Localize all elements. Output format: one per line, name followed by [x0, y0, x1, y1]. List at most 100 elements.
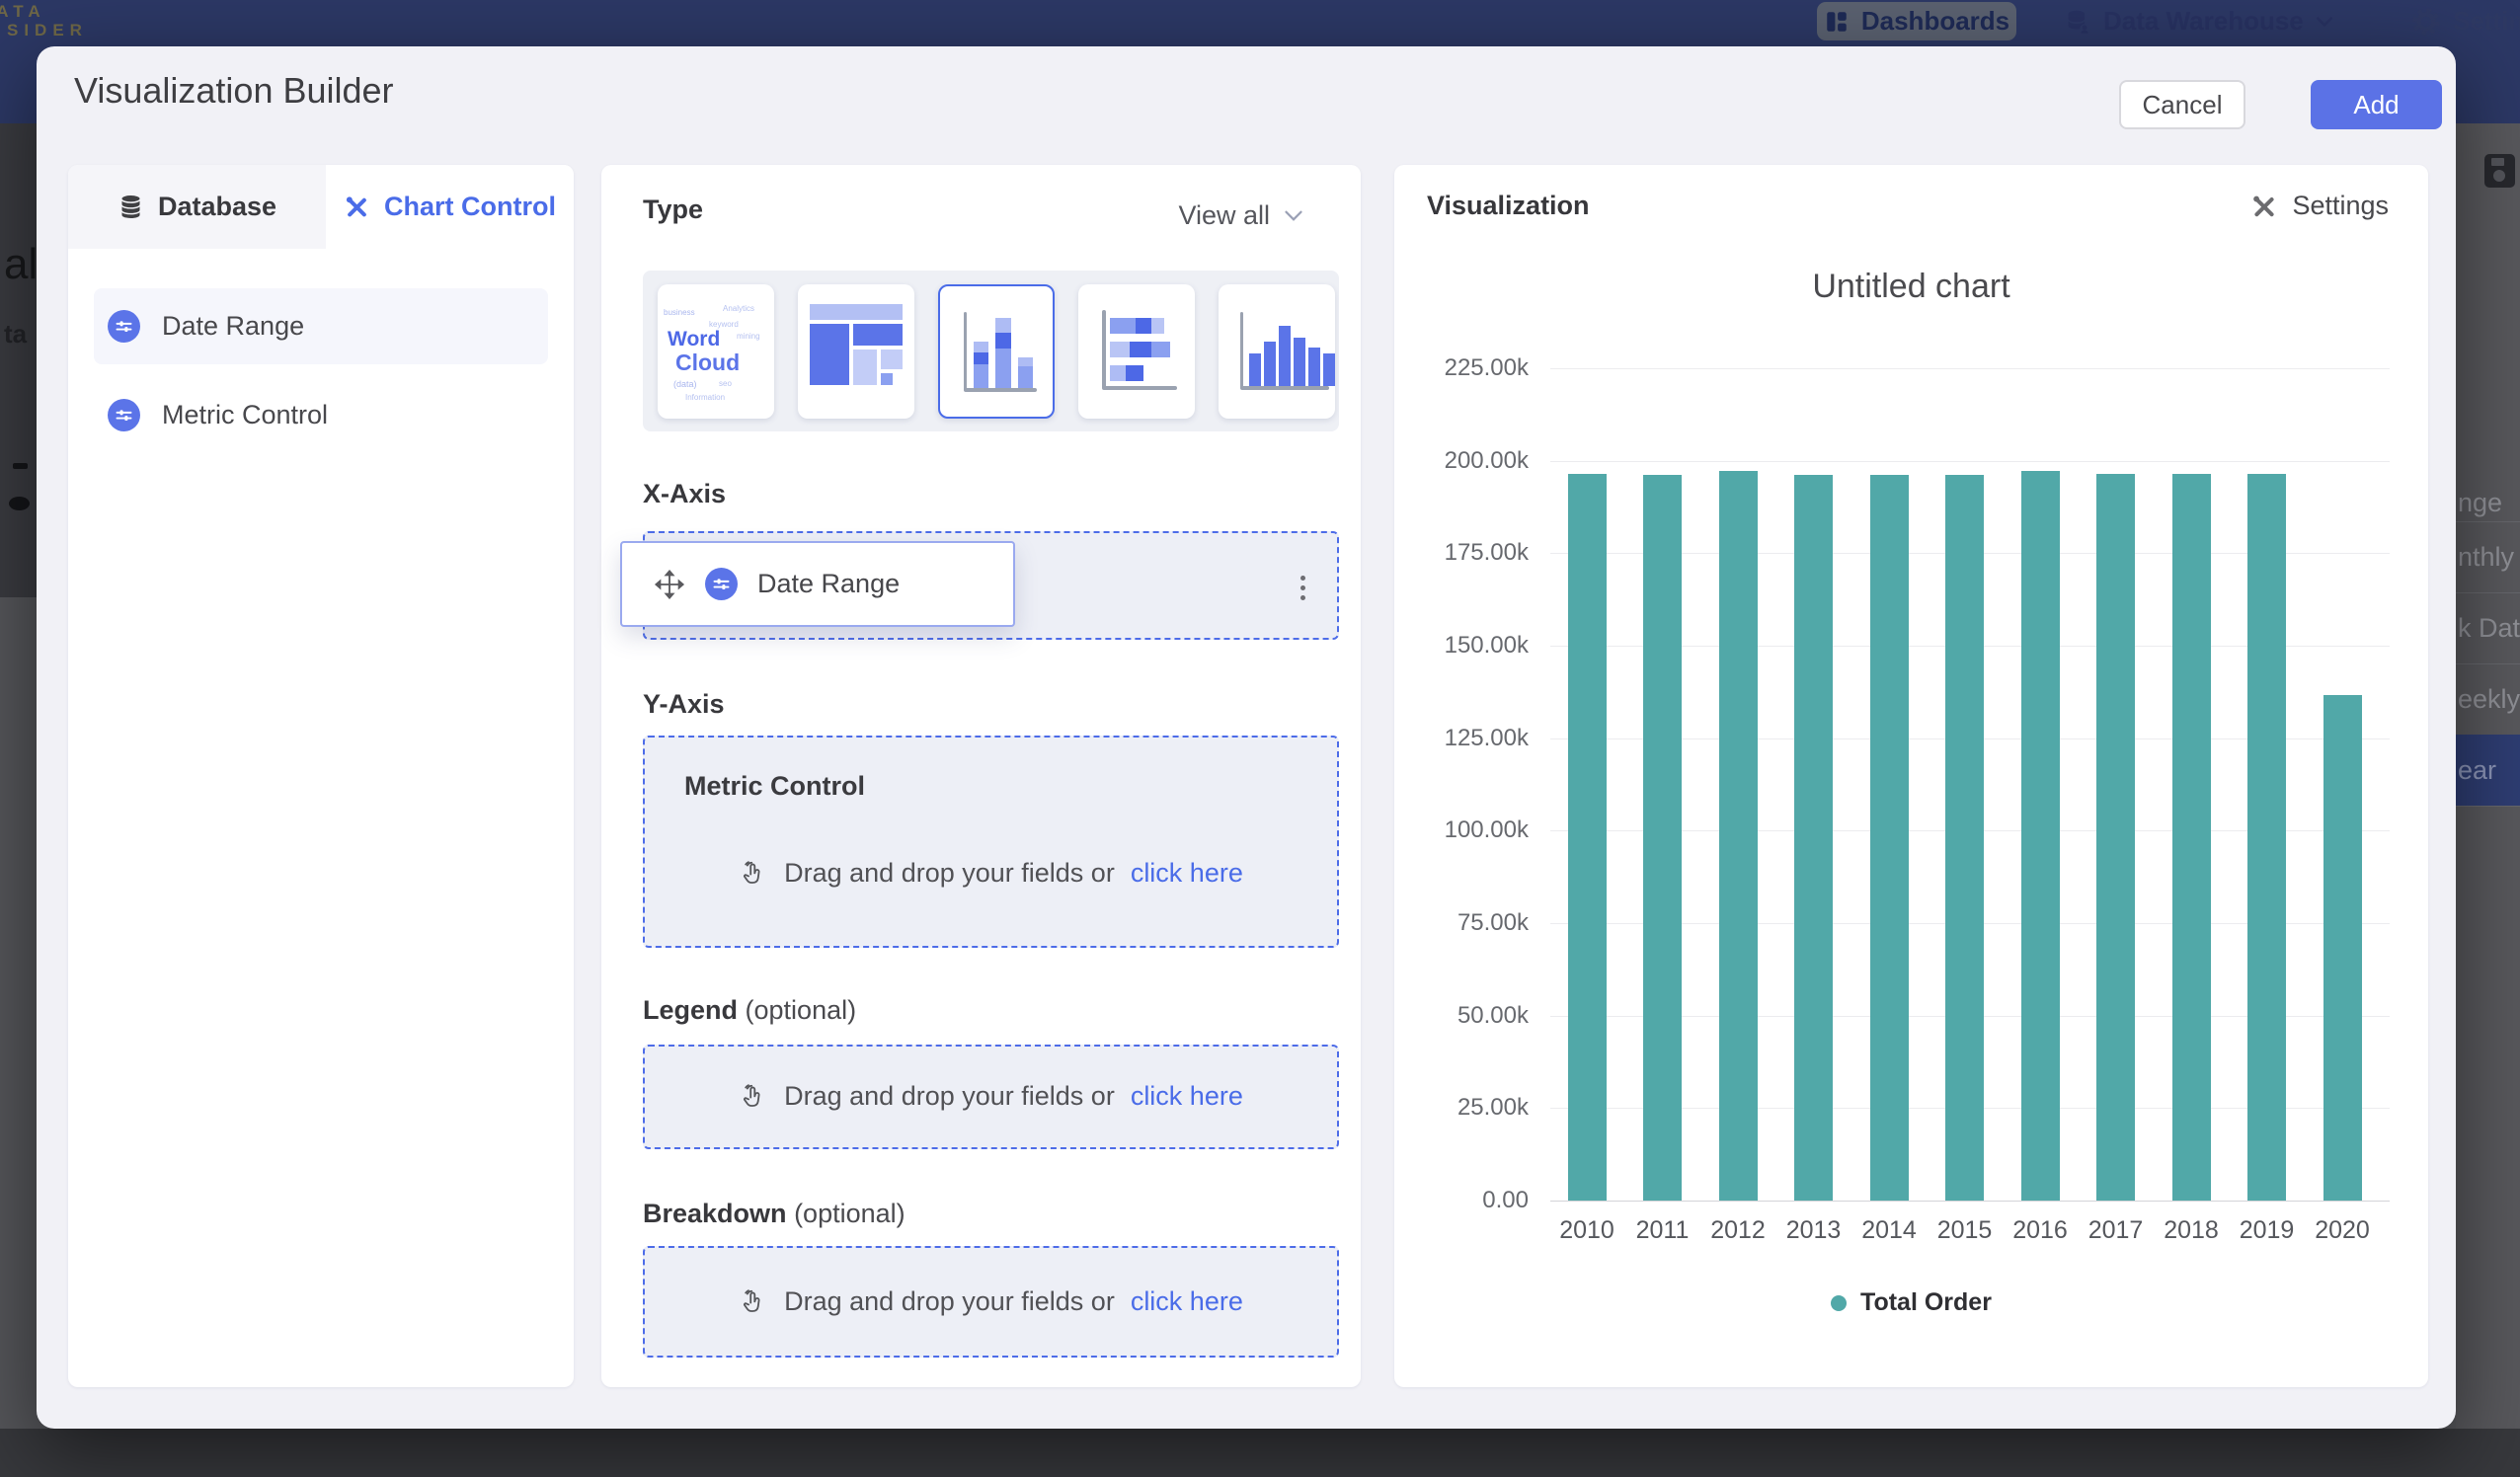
- breakdown-label-text: Breakdown: [643, 1199, 787, 1228]
- chart-type-word-cloud[interactable]: business Analytics keyword Word mining C…: [658, 284, 774, 419]
- dashboards-icon: [1824, 9, 1850, 35]
- data-warehouse-icon: [2064, 8, 2091, 36]
- chart-plot: 0.0025.00k50.00k75.00k100.00k125.00k150.…: [1394, 165, 2428, 1387]
- drop-text: Drag and drop your fields or: [784, 858, 1115, 889]
- chart-type-stacked-column[interactable]: [938, 284, 1055, 419]
- background-left-strip: [0, 597, 37, 1429]
- nav-item-data-warehouse[interactable]: Data Warehouse: [2064, 2, 2333, 40]
- bar: [1568, 474, 1607, 1201]
- background-dash: [13, 463, 28, 469]
- kebab-menu-icon[interactable]: [1288, 566, 1317, 609]
- bar: [2096, 474, 2135, 1201]
- chart-builder-panel: Type View all business Analytics keyword…: [601, 165, 1361, 1387]
- legend-dot: [1831, 1295, 1847, 1311]
- y-tick-label: 0.00: [1394, 1187, 1529, 1214]
- drop-text: Drag and drop your fields or: [784, 1286, 1115, 1317]
- bar: [1870, 475, 1909, 1201]
- visualization-panel: Visualization Settings Untitled chart 0.…: [1394, 165, 2428, 1387]
- tab-database[interactable]: Database: [68, 165, 326, 249]
- chart-type-stacked-bar[interactable]: [1078, 284, 1195, 419]
- type-label: Type: [643, 194, 703, 225]
- chevron-down-icon: [2316, 16, 2333, 28]
- logo-line-2: INSIDER: [0, 21, 88, 39]
- click-here-link[interactable]: click here: [1131, 1286, 1243, 1317]
- dragged-field-label: Date Range: [757, 569, 900, 599]
- sliders-icon: [108, 310, 140, 343]
- bar: [1643, 475, 1682, 1201]
- background-dropdown-item-selected: ear: [2456, 735, 2520, 806]
- x-tick-label: 2010: [1547, 1216, 1626, 1245]
- breakdown-section-label: Breakdown (optional): [643, 1199, 906, 1229]
- field-item-label: Date Range: [162, 311, 304, 342]
- bar: [1945, 475, 1984, 1201]
- field-item-date-range[interactable]: Date Range: [94, 288, 548, 364]
- x-axis-label: X-Axis: [643, 479, 726, 509]
- y-axis-drop-zone[interactable]: Metric Control Drag and drop your fields…: [643, 736, 1339, 948]
- chart-type-strip: business Analytics keyword Word mining C…: [643, 271, 1339, 431]
- fields-panel: Database Chart Control Date Range Metric…: [68, 165, 574, 1387]
- background-right-strip: nge nthly k Date eekly ear: [2456, 123, 2520, 1429]
- add-button[interactable]: Add: [2311, 80, 2442, 129]
- legend-series-label: Total Order: [1860, 1288, 1992, 1317]
- background-bullet: [9, 497, 30, 510]
- x-tick-label: 2012: [1698, 1216, 1777, 1245]
- bar: [2247, 474, 2286, 1201]
- database-icon: [118, 194, 144, 220]
- nav-item-label: Data Warehouse: [2103, 6, 2304, 37]
- x-tick-label: 2015: [1926, 1216, 2005, 1245]
- chart-type-column[interactable]: [1219, 284, 1335, 419]
- x-tick-label: 2014: [1850, 1216, 1929, 1245]
- breakdown-drop-zone[interactable]: Drag and drop your fields or click here: [643, 1246, 1339, 1358]
- tools-icon: [344, 194, 370, 220]
- background-dropdown-item: k Date: [2456, 592, 2520, 663]
- y-tick-label: 50.00k: [1394, 1002, 1529, 1030]
- bar: [1719, 471, 1758, 1201]
- legend-drop-zone[interactable]: Drag and drop your fields or click here: [643, 1045, 1339, 1149]
- view-all-button[interactable]: View all: [1178, 200, 1303, 231]
- panel-tabs: Database Chart Control: [68, 165, 574, 249]
- gridline: [1550, 368, 2390, 369]
- y-tick-label: 25.00k: [1394, 1094, 1529, 1122]
- y-tick-label: 125.00k: [1394, 725, 1529, 752]
- chart-legend[interactable]: Total Order: [1394, 1288, 2428, 1317]
- background-dropdown-item: eekly: [2456, 663, 2520, 735]
- y-axis-zone-title: Metric Control: [684, 771, 865, 802]
- sliders-icon: [108, 399, 140, 431]
- tap-icon: [739, 1287, 768, 1317]
- x-tick-label: 2017: [2077, 1216, 2156, 1245]
- background-text-fragment: ta: [4, 319, 27, 350]
- gear-icon: [2411, 7, 2441, 37]
- background-bottom-strip: [0, 1429, 2520, 1477]
- y-tick-label: 175.00k: [1394, 539, 1529, 567]
- tab-chart-control[interactable]: Chart Control: [326, 165, 574, 249]
- gridline: [1550, 1201, 2390, 1202]
- x-tick-label: 2011: [1623, 1216, 1702, 1245]
- legend-section-label: Legend (optional): [643, 995, 856, 1026]
- click-here-link[interactable]: click here: [1131, 1081, 1243, 1112]
- save-icon[interactable]: [2484, 154, 2515, 188]
- nav-item-settings[interactable]: Settings: [2411, 2, 2520, 40]
- cancel-button[interactable]: Cancel: [2119, 80, 2245, 129]
- gridline: [1550, 461, 2390, 462]
- y-tick-label: 200.00k: [1394, 447, 1529, 475]
- y-tick-label: 150.00k: [1394, 632, 1529, 660]
- tab-label: Chart Control: [384, 192, 556, 222]
- field-item-metric-control[interactable]: Metric Control: [94, 377, 548, 453]
- modal-title: Visualization Builder: [74, 70, 394, 112]
- tap-icon: [739, 859, 768, 889]
- chart-type-treemap[interactable]: [798, 284, 914, 419]
- nav-item-label: Dashboards: [1861, 6, 2009, 37]
- bar: [2021, 471, 2060, 1201]
- visualization-builder-modal: Visualization Builder Cancel Add Databas…: [37, 46, 2456, 1429]
- field-item-label: Metric Control: [162, 400, 328, 430]
- nav-item-dashboards[interactable]: Dashboards: [1817, 2, 2016, 40]
- legend-optional-text: (optional): [746, 995, 857, 1025]
- x-tick-label: 2016: [2001, 1216, 2080, 1245]
- move-icon: [654, 569, 685, 600]
- bar: [2323, 695, 2362, 1201]
- x-tick-label: 2013: [1774, 1216, 1853, 1245]
- click-here-link[interactable]: click here: [1131, 858, 1243, 889]
- dragged-field-date-range[interactable]: Date Range: [620, 541, 1015, 627]
- nav-item-label: Settings: [2453, 6, 2520, 37]
- y-tick-label: 75.00k: [1394, 909, 1529, 937]
